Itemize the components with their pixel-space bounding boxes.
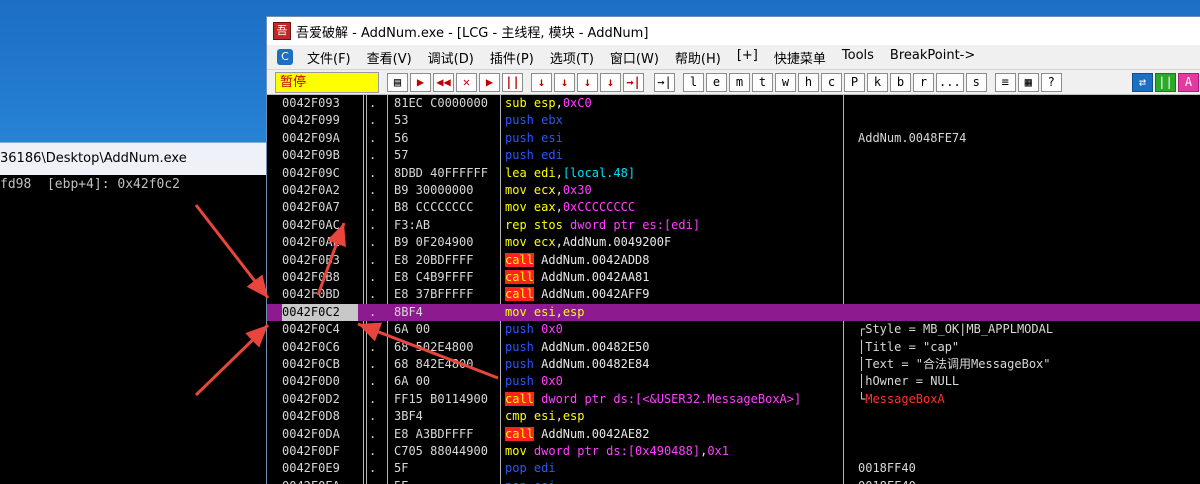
arrow-line-3: [357, 322, 499, 380]
annotation-arrows: [194, 204, 499, 397]
arrow-head-3: [358, 322, 383, 342]
arrow-head-0: [246, 274, 268, 298]
arrow-head-2: [327, 223, 346, 248]
